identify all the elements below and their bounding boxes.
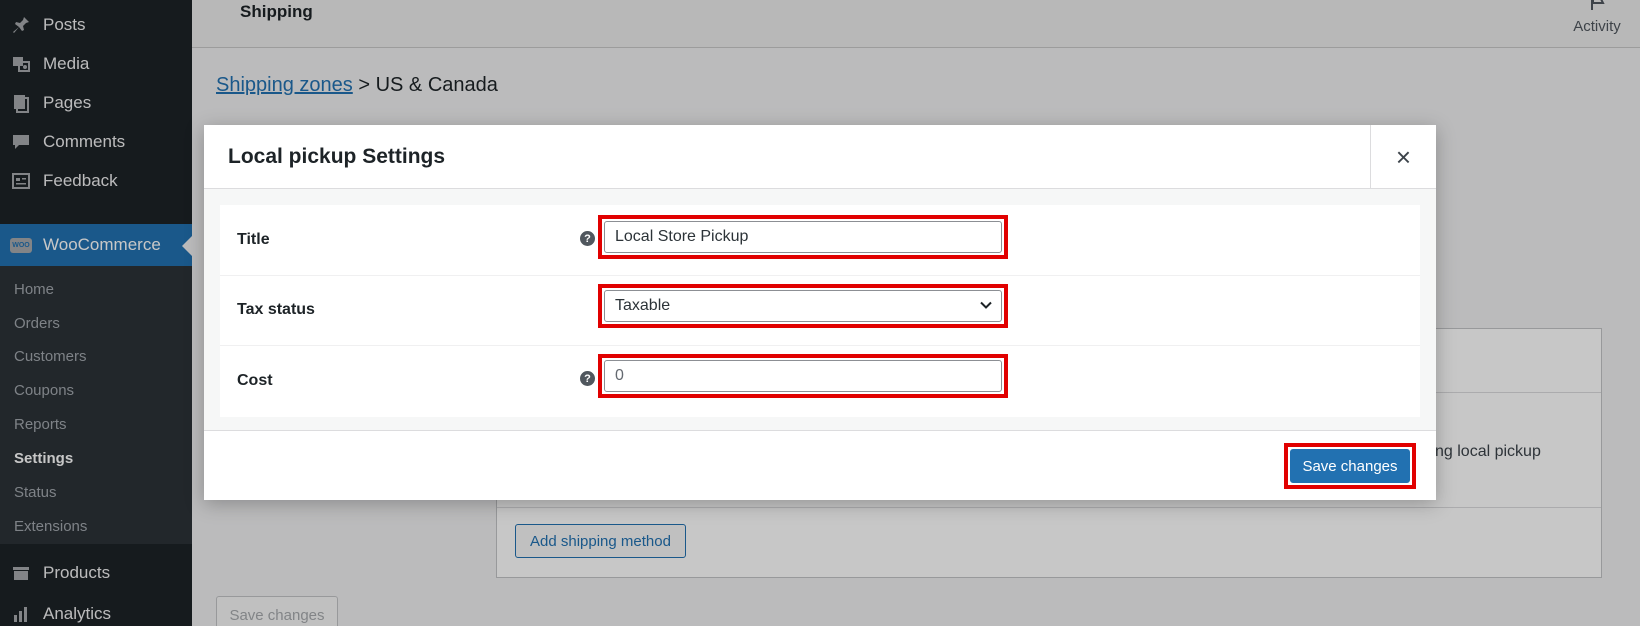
title-label: Title [237,231,270,248]
highlight-box [598,215,1008,259]
tax-status-select[interactable]: Taxable [604,290,1002,322]
tax-status-value: Taxable [615,297,671,314]
highlight-box: Save changes [1284,443,1416,489]
modal-body: Title ? Tax status Taxable Cos [204,189,1436,430]
tax-status-label: Tax status [237,301,315,318]
save-changes-button[interactable]: Save changes [1290,449,1410,483]
form-row-title: Title ? [220,205,1420,275]
form-row-cost: Cost ? [220,345,1420,415]
cost-input[interactable] [604,360,1002,392]
cost-label: Cost [237,372,273,389]
form-row-tax-status: Tax status Taxable [220,275,1420,345]
help-icon[interactable]: ? [580,371,595,386]
chevron-down-icon [978,297,994,318]
title-input[interactable] [604,221,1002,253]
highlight-box: Taxable [598,284,1008,328]
modal-header: Local pickup Settings × [204,125,1436,189]
highlight-box [598,354,1008,398]
help-icon[interactable]: ? [580,231,595,246]
modal-title: Local pickup Settings [228,145,446,168]
close-button[interactable]: × [1370,125,1436,189]
local-pickup-settings-modal: Local pickup Settings × Title ? Tax stat… [204,125,1436,500]
close-icon: × [1395,141,1412,172]
modal-footer: Save changes [204,430,1436,500]
settings-form: Title ? Tax status Taxable Cos [220,205,1420,417]
